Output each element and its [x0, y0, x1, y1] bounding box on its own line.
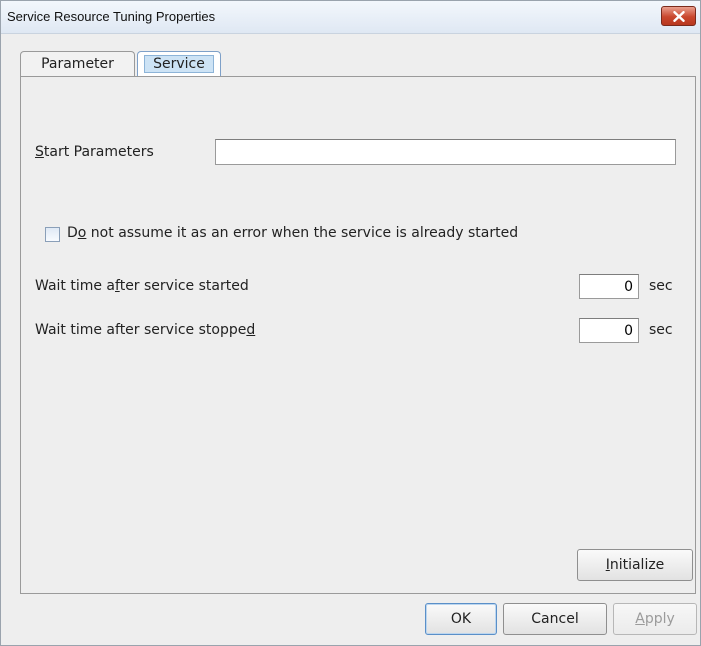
dialog-window: Service Resource Tuning Properties Param… [0, 0, 701, 646]
cancel-button[interactable]: Cancel [503, 603, 607, 635]
initialize-button[interactable]: Initialize [577, 549, 693, 581]
wait-after-started-unit: sec [649, 278, 673, 294]
tab-parameter[interactable]: Parameter [20, 51, 135, 77]
wait-after-stopped-label: Wait time after service stopped [35, 322, 256, 338]
wait-after-started-label: Wait time after service started [35, 278, 249, 294]
already-started-checkbox[interactable] [45, 227, 60, 242]
service-tab-panel: Start Parameters Do not assume it as an … [20, 76, 696, 594]
close-icon [672, 10, 685, 22]
tab-parameter-label: Parameter [41, 56, 114, 72]
start-parameters-label: Start Parameters [35, 144, 154, 160]
window-title: Service Resource Tuning Properties [7, 9, 216, 24]
start-parameters-input[interactable] [215, 139, 676, 165]
ok-button[interactable]: OK [425, 603, 497, 635]
wait-after-stopped-input[interactable] [579, 318, 639, 343]
apply-button[interactable]: Apply [613, 603, 697, 635]
close-button[interactable] [661, 6, 696, 26]
tab-service-label: Service [144, 55, 214, 73]
title-bar[interactable]: Service Resource Tuning Properties [1, 1, 700, 34]
wait-after-started-input[interactable] [579, 274, 639, 299]
tab-service[interactable]: Service [137, 51, 221, 77]
already-started-label[interactable]: Do not assume it as an error when the se… [67, 225, 518, 241]
wait-after-stopped-unit: sec [649, 322, 673, 338]
